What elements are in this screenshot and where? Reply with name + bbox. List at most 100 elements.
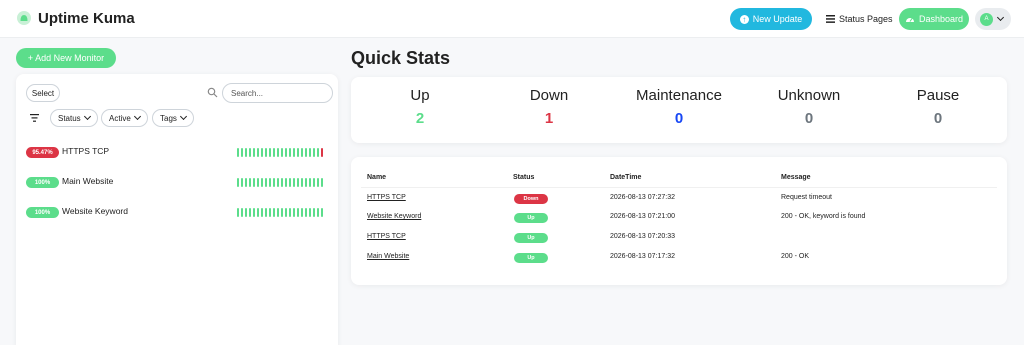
heartbeat-up — [309, 148, 311, 157]
heartbeat-up — [265, 178, 267, 187]
heartbeat-up — [249, 178, 251, 187]
monitor-item-https-tcp[interactable]: 95.47% HTTPS TCP — [26, 145, 326, 161]
stat-label: Pause — [916, 87, 960, 104]
heartbeat-up — [269, 178, 271, 187]
add-new-monitor-button[interactable]: + Add New Monitor — [16, 48, 116, 68]
heartbeat-up — [293, 148, 295, 157]
top-navbar: Uptime Kuma ↑ New Update Status Pages Da… — [0, 0, 1024, 38]
status-badge: Up — [514, 253, 548, 263]
chevron-down-icon — [996, 13, 1005, 22]
status-badge: Up — [514, 233, 548, 243]
event-monitor-link[interactable]: HTTPS TCP — [367, 233, 406, 240]
search-icon — [207, 87, 218, 98]
event-monitor-link[interactable]: HTTPS TCP — [367, 194, 406, 201]
status-pages-link[interactable]: Status Pages — [826, 8, 893, 30]
heartbeat-up — [265, 208, 267, 217]
quick-stats-card: Up 2 Down 1 Maintenance 0 Unknown 0 Paus… — [351, 77, 1007, 143]
monitor-name: HTTPS TCP — [62, 146, 110, 156]
heartbeat-up — [293, 178, 295, 187]
event-datetime: 2026-08-13 07:17:32 — [610, 253, 675, 260]
heartbeat-up — [269, 208, 271, 217]
select-button[interactable]: Select — [26, 84, 60, 102]
heartbeat-up — [301, 208, 303, 217]
heartbeat-up — [297, 208, 299, 217]
list-icon — [826, 15, 835, 23]
status-filter-dropdown[interactable]: Status — [50, 109, 98, 127]
app-title[interactable]: Uptime Kuma — [38, 10, 135, 27]
monitor-item-website-keyword[interactable]: 100% Website Keyword — [26, 205, 326, 221]
filter-lines-icon[interactable] — [30, 114, 39, 122]
heartbeat-bar — [237, 208, 323, 217]
heartbeat-up — [265, 148, 267, 157]
status-badge: Up — [514, 213, 548, 223]
stat-value: 0 — [933, 110, 943, 127]
heartbeat-up — [237, 148, 239, 157]
heartbeat-up — [261, 208, 263, 217]
heartbeat-up — [253, 148, 255, 157]
heartbeat-up — [277, 208, 279, 217]
heartbeat-up — [257, 148, 259, 157]
heartbeat-up — [301, 178, 303, 187]
heartbeat-up — [285, 148, 287, 157]
monitor-list-panel: Select Status Active Tags 95.47% HTTPS T… — [16, 74, 338, 345]
event-monitor-link[interactable]: Main Website — [367, 253, 409, 260]
user-menu-dropdown[interactable]: A — [975, 8, 1011, 30]
heartbeat-up — [261, 178, 263, 187]
heartbeat-up — [273, 208, 275, 217]
active-filter-dropdown[interactable]: Active — [101, 109, 148, 127]
stat-value: 0 — [804, 110, 814, 127]
gauge-icon — [905, 18, 914, 22]
event-datetime: 2026-08-13 07:21:00 — [610, 213, 675, 220]
tags-filter-dropdown[interactable]: Tags — [152, 109, 194, 127]
heartbeat-up — [297, 148, 299, 157]
heartbeat-up — [273, 148, 275, 157]
uptime-badge: 100% — [26, 207, 59, 218]
heartbeat-up — [253, 178, 255, 187]
heartbeat-up — [289, 208, 291, 217]
column-header-name: Name — [367, 174, 387, 181]
arrow-up-circle-icon: ↑ — [739, 14, 749, 24]
heartbeat-up — [293, 208, 295, 217]
avatar: A — [980, 12, 993, 26]
search-input[interactable] — [222, 83, 333, 103]
heartbeat-up — [297, 178, 299, 187]
heartbeat-up — [273, 178, 275, 187]
new-update-label: New Update — [752, 14, 803, 24]
new-update-button[interactable]: ↑ New Update — [730, 8, 812, 30]
header-divider — [361, 187, 997, 188]
heartbeat-up — [305, 208, 307, 217]
column-header-message: Message — [781, 174, 811, 181]
heartbeat-up — [313, 178, 315, 187]
uptime-kuma-logo-icon[interactable] — [17, 11, 31, 25]
heartbeat-up — [309, 208, 311, 217]
uptime-badge: 95.47% — [26, 147, 59, 158]
event-monitor-link[interactable]: Website Keyword — [367, 213, 421, 220]
heartbeat-up — [257, 178, 259, 187]
chevron-down-icon — [133, 112, 141, 121]
important-events-table: Name Status DateTime Message HTTPS TCP D… — [351, 157, 1007, 285]
heartbeat-up — [249, 148, 251, 157]
status-filter-label: Status — [58, 113, 81, 123]
stat-value: 2 — [415, 110, 425, 127]
dashboard-button[interactable]: Dashboard — [899, 8, 969, 30]
monitor-item-main-website[interactable]: 100% Main Website — [26, 175, 326, 191]
heartbeat-up — [277, 178, 279, 187]
heartbeat-up — [237, 178, 239, 187]
heartbeat-up — [281, 208, 283, 217]
column-header-status: Status — [513, 174, 535, 181]
heartbeat-up — [305, 178, 307, 187]
monitor-name: Main Website — [62, 176, 114, 186]
heartbeat-up — [321, 208, 323, 217]
heartbeat-up — [285, 178, 287, 187]
dashboard-label: Dashboard — [918, 14, 964, 24]
status-badge: Down — [514, 194, 548, 204]
heartbeat-up — [257, 208, 259, 217]
tags-filter-label: Tags — [160, 113, 177, 123]
heartbeat-up — [313, 148, 315, 157]
heartbeat-up — [281, 148, 283, 157]
heartbeat-up — [313, 208, 315, 217]
heartbeat-up — [285, 208, 287, 217]
chevron-down-icon — [83, 112, 91, 121]
heartbeat-up — [245, 178, 247, 187]
chevron-down-icon — [179, 112, 187, 121]
